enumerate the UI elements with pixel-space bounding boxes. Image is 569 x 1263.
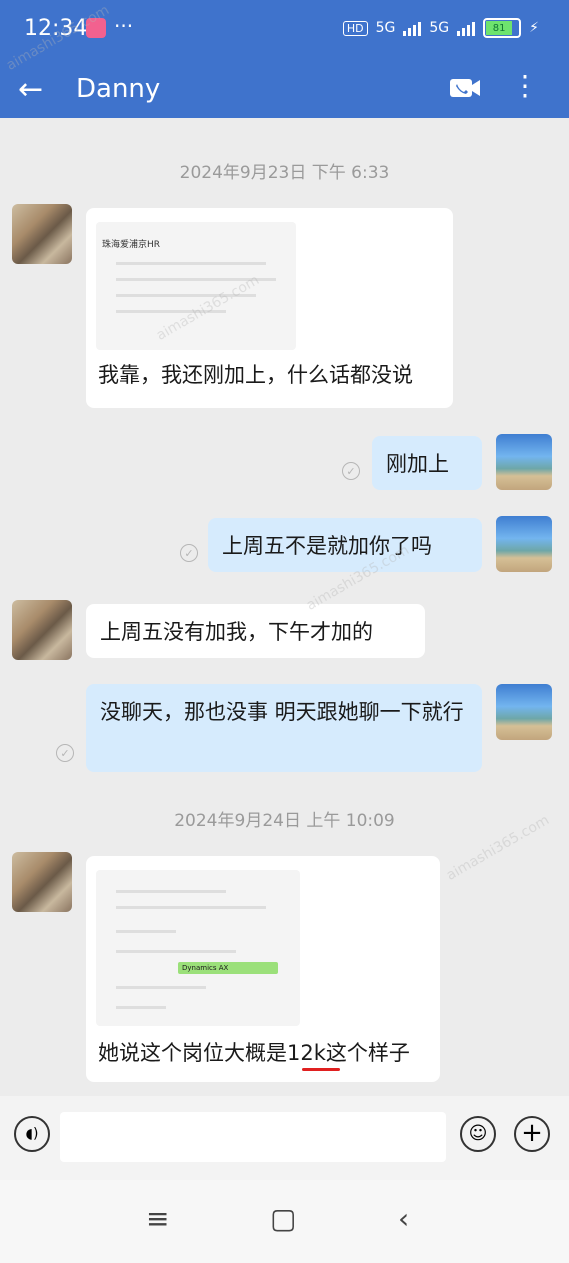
message-text: 上周五不是就加你了吗 (222, 534, 432, 558)
read-check-icon: ✓ (56, 744, 74, 762)
message-bubble[interactable]: 上周五不是就加你了吗 (208, 518, 482, 572)
read-check-icon: ✓ (342, 462, 360, 480)
message-text: 上周五没有加我，下午才加的 (100, 620, 373, 644)
message-text: 没聊天，那也没事 明天跟她聊一下就行 (100, 700, 464, 724)
message-input[interactable] (60, 1112, 446, 1162)
message-bubble[interactable]: 没聊天，那也没事 明天跟她聊一下就行 (86, 684, 482, 772)
network-5g-label-2: 5G (429, 20, 450, 36)
avatar-me[interactable] (496, 434, 552, 490)
emoji-icon[interactable]: ☺ (460, 1116, 496, 1152)
message-bubble[interactable]: Dynamics AX 她说这个岗位大概是12k这个样子 (86, 856, 440, 1082)
avatar-me[interactable] (496, 516, 552, 572)
message-bubble[interactable]: 刚加上 (372, 436, 482, 490)
screenshot-image[interactable]: Dynamics AX (96, 870, 300, 1026)
timestamp-2: 2024年9月24日 上午 10:09 (174, 811, 395, 831)
clock: 12:34 (24, 16, 88, 41)
hd-icon: HD (342, 20, 368, 36)
screenshot-image[interactable]: 珠海爱浦京HR (96, 222, 296, 350)
avatar-me[interactable] (496, 684, 552, 740)
read-check-icon: ✓ (180, 544, 198, 562)
screenshot-caption: 珠海爱浦京HR (102, 240, 161, 250)
red-underline (302, 1068, 340, 1071)
message-text-before: 她说这个岗位大概是 (98, 1041, 287, 1065)
message-text: 我靠，我还刚加上，什么话都没说 (98, 363, 413, 387)
message-composer: ◖) ☺ + (0, 1096, 569, 1180)
avatar-danny[interactable] (12, 852, 72, 912)
message-bubble[interactable]: 上周五没有加我，下午才加的 (86, 604, 425, 658)
system-nav-bar: ≡ ▢ ‹ (0, 1180, 569, 1263)
avatar-danny[interactable] (12, 600, 72, 660)
chat-area[interactable]: 2024年9月23日 下午 6:33 珠海爱浦京HR 我靠，我还刚加上，什么话都… (0, 118, 569, 1096)
network-5g-label: 5G (375, 20, 396, 36)
signal-icon (403, 20, 422, 36)
more-vertical-icon[interactable]: ⋮ (511, 72, 539, 100)
plus-icon[interactable]: + (514, 1116, 550, 1152)
back-icon[interactable]: ‹ (398, 1202, 409, 1235)
back-arrow-icon[interactable]: ← (18, 72, 43, 107)
message-text-after: 这个样子 (325, 1041, 410, 1065)
voice-icon[interactable]: ◖) (14, 1116, 50, 1152)
message-bubble[interactable]: 珠海爱浦京HR 我靠，我还刚加上，什么话都没说 (86, 208, 453, 408)
app-badge-icon (86, 18, 106, 38)
more-notifications-icon: ··· (114, 14, 134, 38)
charging-icon: ⚡ (529, 20, 539, 36)
home-icon[interactable]: ▢ (270, 1202, 296, 1235)
menu-icon[interactable]: ≡ (146, 1202, 169, 1235)
chat-title: Danny (76, 74, 161, 104)
battery-icon: 81 (483, 18, 522, 38)
battery-level: 81 (486, 21, 513, 35)
message-text: 刚加上 (386, 452, 449, 476)
video-call-icon[interactable] (449, 76, 481, 100)
status-bar: 12:34 ··· HD 5G 5G 81 ⚡ (0, 0, 569, 62)
signal-icon-2 (457, 20, 476, 36)
avatar-danny[interactable] (12, 204, 72, 264)
highlight-text: 12k (287, 1041, 326, 1065)
chat-chip: Dynamics AX (178, 962, 278, 974)
timestamp-1: 2024年9月23日 下午 6:33 (179, 163, 390, 183)
message-text: 她说这个岗位大概是12k这个样子 (98, 1036, 410, 1071)
status-icons: HD 5G 5G 81 ⚡ (342, 18, 539, 38)
app-bar: ← Danny ⋮ (0, 62, 569, 118)
